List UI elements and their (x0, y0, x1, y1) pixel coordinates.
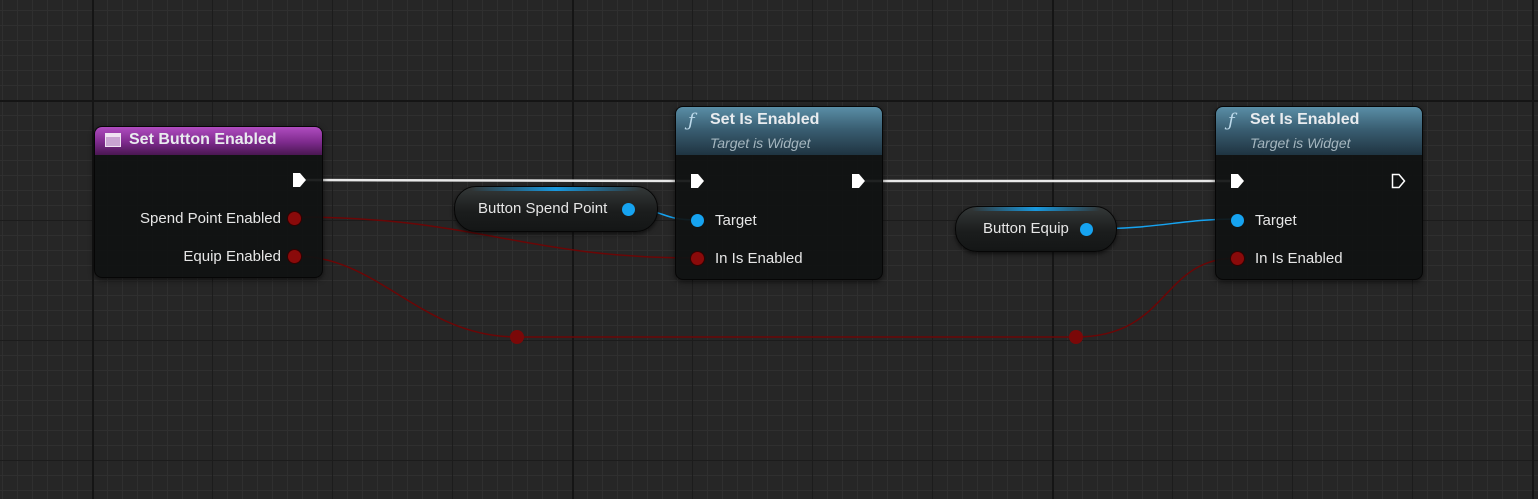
reroute-node-right[interactable] (1069, 330, 1083, 344)
target-label-1: Target (715, 212, 757, 229)
bool-pin-equip-enabled[interactable] (288, 250, 301, 263)
object-pin-equip[interactable] (1080, 223, 1093, 236)
pin-label-equip-enabled: Equip Enabled (183, 248, 281, 265)
variable-button-spend-point[interactable]: Button Spend Point (454, 186, 658, 232)
exec-output-pin-2-unconnected[interactable] (1391, 173, 1406, 189)
bool-pin-spend-point-enabled[interactable] (288, 212, 301, 225)
exec-input-pin-1[interactable] (690, 173, 705, 189)
function-subtitle-2: Target is Widget (1250, 135, 1351, 151)
function-node-set-is-enabled-1[interactable]: ƒ Set Is Enabled Target is Widget Target… (675, 106, 883, 280)
function-node-set-is-enabled-2[interactable]: ƒ Set Is Enabled Target is Widget Target… (1215, 106, 1423, 280)
in-is-enabled-label-1: In Is Enabled (715, 250, 803, 267)
exec-input-pin-2[interactable] (1230, 173, 1245, 189)
reroute-node-left[interactable] (510, 330, 524, 344)
exec-wire-event-to-set1 (303, 178, 691, 183)
function-subtitle-1: Target is Widget (710, 135, 811, 151)
function-icon: ƒ (688, 110, 695, 131)
event-node-set-button-enabled[interactable]: Set Button Enabled Spend Point Enabled E… (94, 126, 323, 278)
variable-button-equip[interactable]: Button Equip (955, 206, 1117, 252)
exec-output-pin-1[interactable] (851, 173, 866, 189)
event-node-header[interactable]: Set Button Enabled (95, 127, 322, 155)
function-title-1: Set Is Enabled (710, 111, 820, 128)
function-icon: ƒ (1228, 110, 1235, 131)
event-icon (105, 133, 121, 147)
function-node-header-1[interactable]: ƒ Set Is Enabled Target is Widget (676, 107, 882, 155)
function-title-2: Set Is Enabled (1250, 111, 1360, 128)
variable-label-spend-point: Button Spend Point (478, 200, 608, 217)
event-node-title: Set Button Enabled (129, 131, 277, 148)
exec-output-pin[interactable] (292, 172, 307, 188)
in-is-enabled-label-2: In Is Enabled (1255, 250, 1343, 267)
target-pin-2[interactable] (1231, 214, 1244, 227)
target-label-2: Target (1255, 212, 1297, 229)
function-node-header-2[interactable]: ƒ Set Is Enabled Target is Widget (1216, 107, 1422, 155)
pin-label-spend-point-enabled: Spend Point Enabled (140, 210, 281, 227)
in-is-enabled-pin-1[interactable] (691, 252, 704, 265)
target-pin-1[interactable] (691, 214, 704, 227)
object-pin-spend-point[interactable] (622, 203, 635, 216)
in-is-enabled-pin-2[interactable] (1231, 252, 1244, 265)
variable-label-equip: Button Equip (983, 220, 1069, 237)
